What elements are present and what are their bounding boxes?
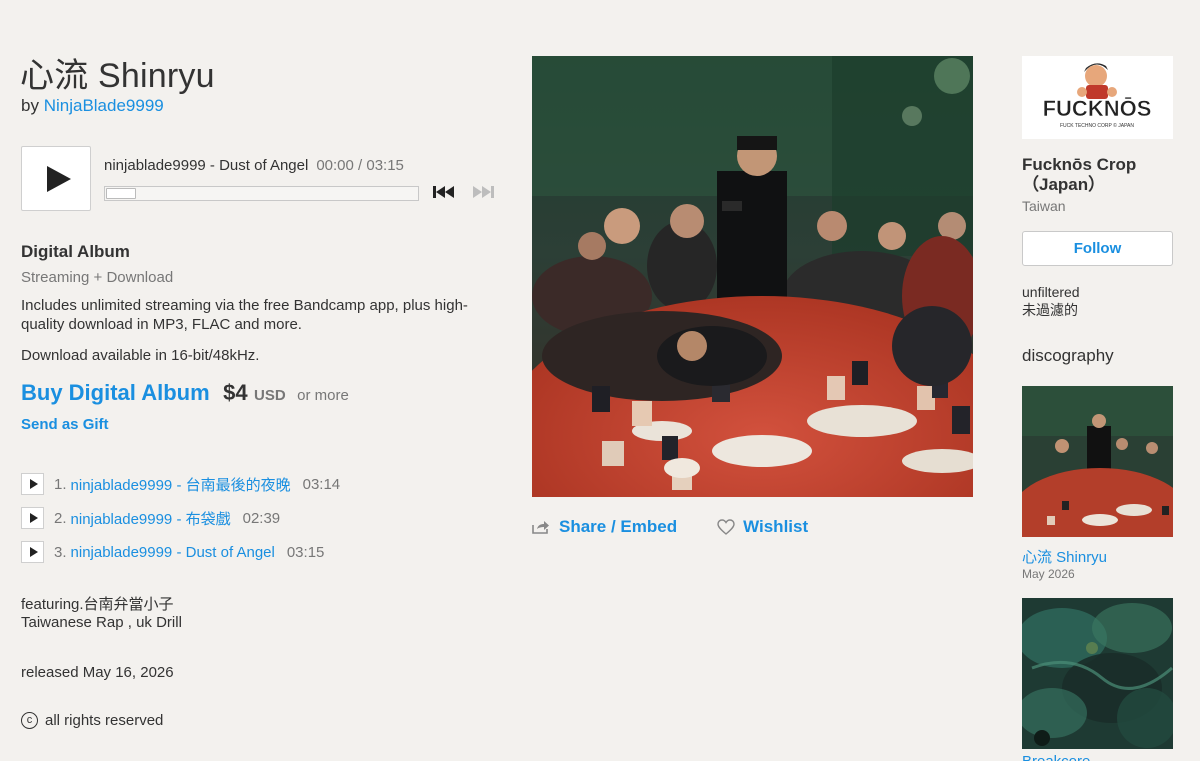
label-logo-art: FUCKNŌS FUCK TECHNO CORP © JAPAN [1022,56,1173,139]
now-playing-title: ninjablade9999 - Dust of Angel [104,157,309,174]
buy-row: Buy Digital Album $4 USD or more [21,380,349,406]
wishlist-button[interactable]: Wishlist [717,517,808,537]
bio-line-en: unfiltered [1022,284,1080,300]
wishlist-label: Wishlist [743,517,809,536]
share-wishlist-row: Share / Embed Wishlist [532,517,808,537]
discography-item-date: May 2026 [1022,567,1075,581]
track-duration: 03:14 [302,475,341,493]
byline: by NinjaBlade9999 [21,96,164,116]
package-description: Includes unlimited streaming via the fre… [21,297,468,333]
discography-cover-art [1022,386,1173,537]
album-cover-art [532,56,973,497]
track-row: 3. ninjablade9999 - Dust of Angel 03:15 [21,535,340,569]
label-bio: unfiltered 未過濾的 [1022,283,1080,319]
label-logo[interactable]: FUCKNŌS FUCK TECHNO CORP © JAPAN [1022,56,1173,139]
bio-line-zh: 未過濾的 [1022,302,1078,318]
track-title-link[interactable]: ninjablade9999 - 布袋戲 [71,508,231,529]
track-row: 2. ninjablade9999 - 布袋戲 02:39 [21,501,340,535]
copyright-icon: c [21,712,38,729]
track-title-link[interactable]: ninjablade9999 - Dust of Angel [71,544,275,561]
package-title: Digital Album [21,242,130,261]
discography-item-cover[interactable] [1022,598,1173,749]
discography-heading: discography [1022,346,1114,365]
track-play-button[interactable] [21,507,44,529]
discography-item-title[interactable]: 心流 Shinryu [1022,546,1107,567]
or-more-label: or more [297,387,349,404]
buy-digital-album-button[interactable]: Buy Digital Album [21,380,210,405]
play-button[interactable] [21,146,91,211]
track-number: 3. [54,543,67,561]
now-playing-time: 00:00 / 03:15 [316,157,404,174]
discography-item-cover[interactable] [1022,386,1173,537]
track-number: 1. [54,475,67,493]
about-genres: Taiwanese Rap , uk Drill [21,614,182,631]
label-name[interactable]: Fucknōs Crop （Japan） [1022,155,1182,195]
track-list: 1. ninjablade9999 - 台南最後的夜晚 03:14 2. nin… [21,467,340,569]
byline-prefix: by [21,96,39,115]
album-title: 心流 Shinryu [20,57,215,95]
share-embed-button[interactable]: Share / Embed [532,517,677,537]
play-icon [29,479,38,489]
progress-thumb[interactable] [106,188,136,199]
share-embed-label: Share / Embed [559,517,678,536]
discography-cover-art [1022,598,1173,749]
discography-item-title[interactable]: Breakcore... [1022,753,1103,761]
track-row: 1. ninjablade9999 - 台南最後的夜晚 03:14 [21,467,340,501]
rights-text: all rights reserved [45,712,164,729]
album-about: featuring.台南弁當小子 Taiwanese Rap , uk Dril… [21,596,182,632]
label-logo-text: FUCKNŌS [1043,96,1152,121]
track-number: 2. [54,509,67,527]
track-duration: 02:39 [242,509,281,527]
progress-bar[interactable] [104,186,419,201]
about-featuring: featuring.台南弁當小子 [21,596,174,613]
track-play-button[interactable] [21,473,44,495]
price: $4 [223,380,248,405]
album-cover-image[interactable] [532,56,973,497]
now-playing: ninjablade9999 - Dust of Angel 00:00 / 03… [104,157,404,174]
play-icon [29,547,38,557]
currency: USD [254,387,286,404]
play-icon [29,513,38,523]
package-subtitle: Streaming + Download [21,269,174,286]
rights-notice: c all rights reserved [21,712,163,729]
follow-button[interactable]: Follow [1022,231,1173,266]
label-logo-subtext: FUCK TECHNO CORP © JAPAN [1060,122,1134,129]
artist-link[interactable]: NinjaBlade9999 [44,96,164,115]
download-note: Download available in 16-bit/48kHz. [21,347,260,364]
track-play-button[interactable] [21,541,44,563]
release-date: released May 16, 2026 [21,664,174,681]
prev-track-icon [433,186,454,198]
prev-track-button[interactable] [432,184,458,202]
heart-icon [717,519,735,535]
track-title-link[interactable]: ninjablade9999 - 台南最後的夜晚 [71,474,291,495]
next-track-icon [473,186,494,198]
track-duration: 03:15 [286,543,325,561]
label-location: Taiwan [1022,198,1066,214]
next-track-button[interactable] [471,184,497,202]
share-icon [532,521,549,534]
play-icon [46,165,71,192]
send-as-gift-button[interactable]: Send as Gift [21,416,109,433]
audio-player: ninjablade9999 - Dust of Angel 00:00 / 03… [21,146,496,212]
